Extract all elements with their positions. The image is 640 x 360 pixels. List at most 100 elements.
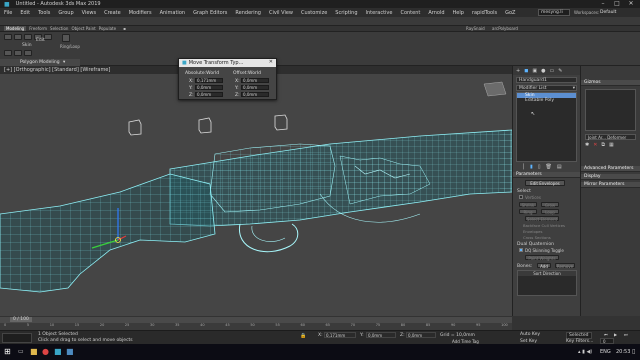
ring-button[interactable]: Ring xyxy=(519,209,537,215)
utilities-tab-icon[interactable]: ✎ xyxy=(558,68,562,74)
menu-goz[interactable]: GoZ xyxy=(505,10,515,16)
plugin-raysnaid[interactable]: RaySnaid xyxy=(466,26,485,31)
bones-list[interactable]: Sort Direction xyxy=(517,270,577,296)
copy-gizmo-icon[interactable]: ⧉ xyxy=(601,142,605,148)
vertices-checkbox[interactable] xyxy=(519,195,523,199)
menu-animation[interactable]: Animation xyxy=(160,10,186,16)
sort-direction-header[interactable]: Sort Direction xyxy=(518,271,576,276)
add-bone-button[interactable]: Add xyxy=(537,263,551,269)
dialog-close-icon[interactable]: ✕ xyxy=(269,59,273,65)
windows-start-icon[interactable]: ⊞ xyxy=(4,347,11,356)
menu-arnold[interactable]: Arnold xyxy=(428,10,444,16)
ribbon-options-icon[interactable]: ▪ xyxy=(123,26,126,31)
select-element-button[interactable]: Select Element xyxy=(525,216,559,222)
abs-x-field[interactable]: 0,171mm xyxy=(195,78,223,83)
dialog-title-bar[interactable]: ■ Move Transform Typ... ✕ xyxy=(179,59,276,67)
configure-modifier-sets-icon[interactable]: ▤ xyxy=(557,164,562,170)
gizmos-rollout[interactable]: Gizmos xyxy=(581,80,640,86)
polygon-modeling-section[interactable]: Polygon Modeling ▾ xyxy=(0,59,80,66)
add-gizmo-icon[interactable]: ✱ xyxy=(585,142,589,148)
menu-modifiers[interactable]: Modifiers xyxy=(129,10,152,16)
close-icon[interactable]: ✕ xyxy=(624,0,638,8)
remove-bone-button[interactable]: Remove xyxy=(555,263,575,269)
menu-create[interactable]: Create xyxy=(104,10,121,16)
display-rollout[interactable]: Display xyxy=(581,174,640,180)
modify-mode-icon[interactable] xyxy=(4,34,12,40)
joint-deformer-select[interactable]: Joint Ar... Deformer xyxy=(585,134,636,140)
menu-help[interactable]: Help xyxy=(453,10,464,16)
input-language[interactable]: ENG xyxy=(600,349,611,355)
stack-item-editable-poly[interactable]: Editable Poly xyxy=(517,98,576,103)
go-to-end-icon[interactable]: ⏭ xyxy=(624,332,628,337)
pin-stack-icon[interactable]: │ xyxy=(522,164,525,170)
selected-dropdown[interactable]: Selected xyxy=(566,332,592,339)
menu-file[interactable]: File xyxy=(4,10,12,16)
taskbar-explorer-icon[interactable]: ■ xyxy=(30,347,38,356)
taskbar-app-icon[interactable]: ■ xyxy=(66,347,74,356)
notifications-icon[interactable]: ▯ xyxy=(632,348,635,355)
shrink-button[interactable]: Shrink xyxy=(519,202,537,208)
preserve-uvs-icon[interactable] xyxy=(14,50,22,56)
helper-box-3[interactable] xyxy=(274,114,288,131)
z-coord-field[interactable]: 0,0mm xyxy=(406,332,436,338)
show-end-result-icon[interactable]: ▮ xyxy=(530,164,533,170)
vertex-icon[interactable] xyxy=(14,34,22,40)
object-name-field[interactable]: Handguard1 xyxy=(516,77,577,83)
plugin-arcpolyboard[interactable]: arcPolyboard xyxy=(492,26,518,31)
lock-selection-icon[interactable]: 🔒 xyxy=(300,333,306,339)
menu-rendering[interactable]: Rendering xyxy=(235,10,261,16)
remove-modifier-icon[interactable]: 🗑 xyxy=(546,164,552,170)
use-displace-icon[interactable] xyxy=(24,50,32,56)
abs-z-field[interactable]: 0,0mm xyxy=(195,92,223,97)
menu-tools[interactable]: Tools xyxy=(38,10,50,16)
hierarchy-tab-icon[interactable]: ▣ xyxy=(532,68,537,74)
display-tab-icon[interactable]: ▭ xyxy=(549,68,554,74)
gun-wireframe[interactable] xyxy=(0,74,512,316)
remove-gizmo-icon[interactable]: ✕ xyxy=(593,142,597,148)
swift-loop-icon[interactable] xyxy=(62,34,70,42)
play-icon[interactable]: ▶ xyxy=(614,332,617,337)
y-coord-field[interactable]: 0,0mm xyxy=(366,332,396,338)
menu-content[interactable]: Content xyxy=(400,10,420,16)
paste-gizmo-icon[interactable]: ▦ xyxy=(609,142,614,148)
minimize-icon[interactable]: – xyxy=(596,0,610,8)
tab-modeling[interactable]: Modeling xyxy=(4,26,27,31)
menu-interactive[interactable]: Interactive xyxy=(366,10,393,16)
task-view-icon[interactable]: ▭ xyxy=(18,348,24,355)
modifier-list-select[interactable]: Modifier List ▾ xyxy=(516,85,577,91)
paint-weights-button[interactable]: Paint Weights xyxy=(525,255,559,261)
advanced-parameters-rollout[interactable]: Advanced Parameters xyxy=(581,166,640,172)
tab-freeform[interactable]: Freeform xyxy=(29,26,47,31)
menu-civil-view[interactable]: Civil View xyxy=(269,10,293,16)
abs-y-field[interactable]: 0,0mm xyxy=(195,85,223,90)
dq-skinning-checkbox[interactable] xyxy=(519,248,523,252)
modify-tab-icon[interactable]: ◼ xyxy=(524,68,528,74)
polygon-icon[interactable] xyxy=(44,34,52,40)
menu-group[interactable]: Group xyxy=(58,10,73,16)
grow-button[interactable]: Grow xyxy=(541,202,559,208)
helper-box-2[interactable] xyxy=(198,117,212,134)
mirror-parameters-rollout[interactable]: Mirror Parameters xyxy=(581,182,640,188)
edit-envelopes-button[interactable]: Edit Envelopes xyxy=(525,180,565,186)
menu-customize[interactable]: Customize xyxy=(301,10,327,16)
maximize-icon[interactable]: □ xyxy=(610,0,624,8)
gizmo-list[interactable] xyxy=(585,89,636,131)
off-x-field[interactable]: 0,0mm xyxy=(241,78,269,83)
x-coord-field[interactable]: 0,171mm xyxy=(324,332,356,338)
element-icon[interactable] xyxy=(4,50,12,56)
motion-tab-icon[interactable]: ● xyxy=(541,68,545,74)
taskbar-3dsmax-icon[interactable]: ■ xyxy=(54,347,62,356)
tab-object-paint[interactable]: Object Paint xyxy=(71,26,95,31)
clock[interactable]: 20:53 xyxy=(616,349,630,355)
viewcube[interactable] xyxy=(483,81,507,97)
create-tab-icon[interactable]: + xyxy=(516,68,520,74)
menu-rapidtools[interactable]: rapidTools xyxy=(472,10,497,16)
off-y-field[interactable]: 0,0mm xyxy=(241,85,269,90)
track-bar[interactable]: 0 5 10 15 20 25 30 35 40 45 50 55 60 65 … xyxy=(0,323,512,330)
auto-key-button[interactable]: Auto Key xyxy=(520,332,540,337)
user-field[interactable]: mesyng.li xyxy=(538,9,570,16)
loop-button[interactable]: Loop xyxy=(541,209,559,215)
helper-box-1[interactable] xyxy=(128,119,142,136)
menu-scripting[interactable]: Scripting xyxy=(335,10,357,16)
system-tray-icons[interactable]: ▴ ▮ ◀) xyxy=(578,349,592,355)
